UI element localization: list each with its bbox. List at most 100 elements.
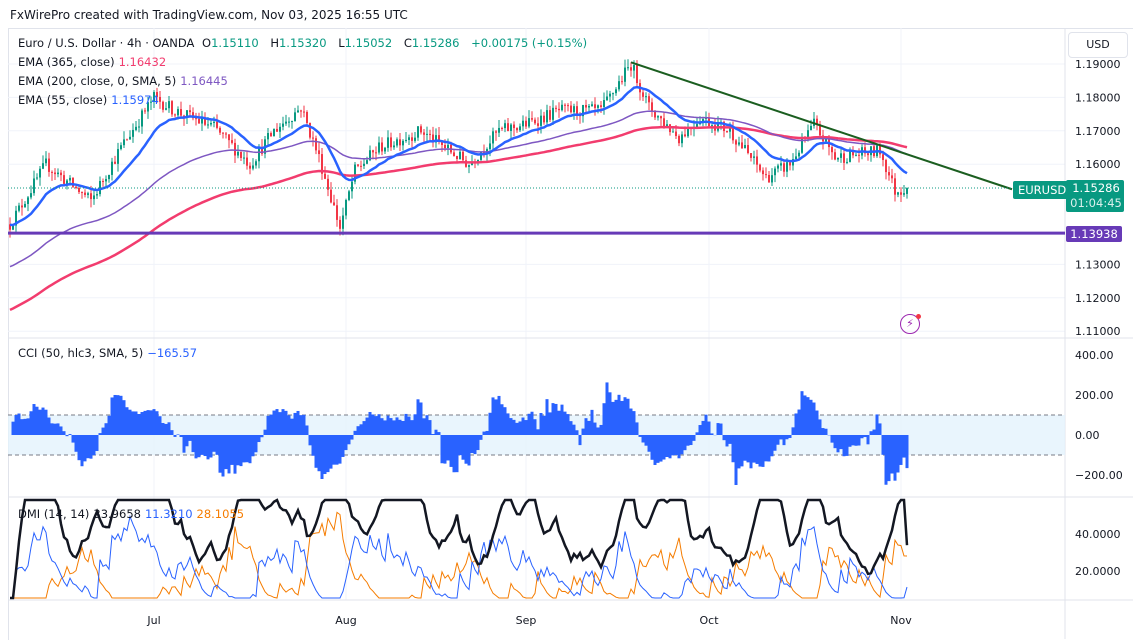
cci-bar — [636, 422, 639, 435]
candle-body — [408, 137, 410, 140]
cci-bar — [873, 430, 876, 435]
candle-body — [711, 125, 713, 126]
cci-bar — [789, 435, 792, 438]
cci-bar — [246, 435, 249, 462]
candle-body — [222, 133, 224, 134]
ema365-legend[interactable]: EMA (365, close)1.16432 — [18, 55, 170, 69]
candle-body — [492, 131, 494, 143]
candle-body — [558, 109, 560, 110]
cci-bar — [711, 433, 714, 435]
cci-bar — [174, 435, 177, 437]
cci-bar — [525, 420, 528, 435]
ema200-legend[interactable]: EMA (200, close, 0, SMA, 5)1.16445 — [18, 74, 232, 88]
candle-body — [390, 137, 392, 147]
candle-body — [555, 108, 557, 109]
candle-body — [549, 110, 551, 120]
candle-body — [96, 194, 98, 195]
cci-bar — [435, 430, 438, 435]
cci-bar — [447, 435, 450, 460]
candle-body — [342, 216, 344, 229]
candle-body — [228, 134, 230, 140]
cci-bar — [87, 435, 90, 458]
candle-body — [381, 142, 383, 151]
cci-bar — [861, 435, 864, 438]
candle-body — [615, 89, 617, 93]
cci-legend[interactable]: CCI (50, hlc3, SMA, 5)−165.57 — [18, 346, 201, 360]
candle-body — [108, 175, 110, 179]
cci-tick-label: −200.00 — [1075, 469, 1123, 482]
cci-bar — [786, 435, 789, 439]
candle-body — [171, 101, 173, 114]
symbol-title[interactable]: Euro / U.S. Dollar · 4h · OANDA — [18, 36, 194, 50]
currency-button[interactable]: USD — [1068, 32, 1128, 58]
cci-bar — [723, 435, 726, 440]
cci-bar — [261, 435, 264, 437]
cci-bar — [279, 412, 282, 435]
cci-bar — [837, 435, 840, 452]
candle-body — [123, 139, 125, 145]
candle-body — [33, 178, 35, 193]
cci-bar — [627, 399, 630, 435]
candle-body — [42, 163, 44, 169]
candle-body — [327, 179, 329, 190]
cci-bar — [216, 435, 219, 455]
cci-bar — [870, 431, 873, 435]
cci-bar — [81, 435, 84, 466]
candle-body — [429, 134, 431, 135]
chart-canvas[interactable]: 1.190001.180001.170001.160001.130001.120… — [0, 0, 1133, 639]
cci-bar — [588, 421, 591, 435]
cci-bar — [210, 435, 213, 457]
candle-body — [459, 152, 461, 159]
candle-body — [846, 162, 848, 163]
candle-body — [621, 81, 623, 82]
candle-body — [414, 138, 416, 141]
cci-bar — [795, 413, 798, 435]
cci-bar — [765, 435, 768, 461]
candle-body — [180, 109, 182, 116]
candle-body — [246, 158, 248, 166]
cci-bar — [753, 435, 756, 463]
cci-bar — [207, 435, 210, 459]
cci-bar — [378, 414, 381, 435]
candle-body — [372, 150, 374, 152]
lightning-icon[interactable]: ⚡ — [900, 314, 920, 334]
open-value: 1.15110 — [211, 36, 259, 50]
candle-body — [207, 124, 209, 125]
cci-bar — [894, 435, 897, 481]
ema55-line — [10, 87, 907, 225]
cci-bar — [783, 435, 786, 445]
candle-body — [504, 123, 506, 128]
cci-bar — [762, 435, 765, 467]
cci-bar — [897, 435, 900, 473]
candle-body — [858, 155, 860, 156]
cci-bar — [696, 432, 699, 435]
cci-bar — [906, 435, 909, 468]
candle-body — [795, 156, 797, 159]
candle-body — [636, 65, 638, 83]
cci-bar — [552, 403, 555, 435]
cci-tick-label: 0.00 — [1075, 429, 1100, 442]
cci-bar — [900, 435, 903, 465]
cci-bar — [639, 435, 642, 437]
cci-bar — [675, 435, 678, 455]
ema55-label: EMA (55, close) — [18, 93, 107, 107]
cci-bar — [384, 420, 387, 435]
cci-bar — [582, 429, 585, 435]
cci-bar — [843, 435, 846, 456]
candle-body — [345, 200, 347, 216]
symbol-tag: EURUSD — [1013, 181, 1071, 199]
cci-bar — [684, 435, 687, 450]
dmi-legend[interactable]: DMI (14, 14)33.965811.321028.1055 — [18, 507, 248, 521]
candle-body — [753, 156, 755, 157]
candle-body — [588, 106, 590, 108]
cci-bar — [84, 435, 87, 461]
candle-body — [336, 205, 338, 220]
candle-body — [453, 152, 455, 156]
cci-bar — [687, 435, 690, 446]
candle-body — [843, 153, 845, 163]
candle-body — [603, 100, 605, 107]
cci-bar — [111, 397, 114, 435]
candle-body — [456, 156, 458, 159]
ema55-legend[interactable]: EMA (55, close)1.15974 — [18, 93, 163, 107]
candle-body — [810, 126, 812, 130]
